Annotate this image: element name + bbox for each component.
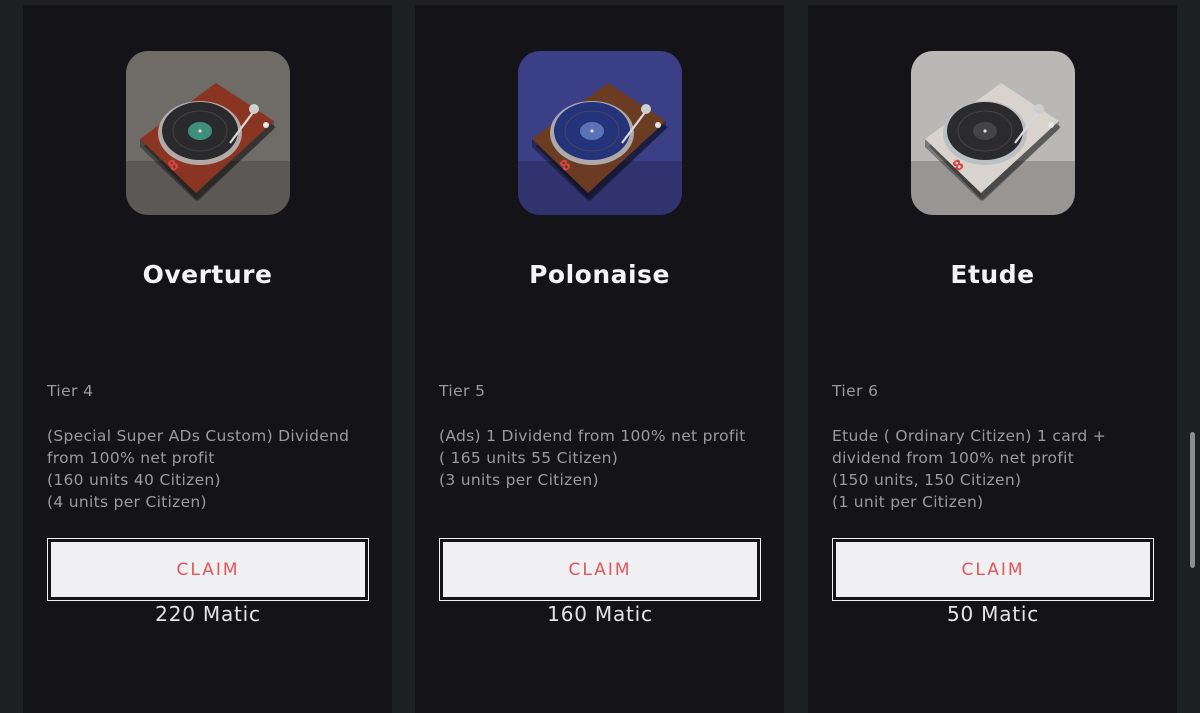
- description-line: Etude ( Ordinary Citizen) 1 card +: [832, 427, 1107, 445]
- tier-label: Tier 4: [47, 382, 94, 400]
- turntable-image: 8: [518, 51, 682, 215]
- tier-label: Tier 5: [439, 382, 486, 400]
- price-label: 50 Matic: [946, 602, 1040, 626]
- description-line: from 100% net profit: [47, 449, 215, 467]
- description-line: (4 units per Citizen): [47, 493, 207, 511]
- claim-button[interactable]: CLAIM: [51, 542, 365, 597]
- turntable-image: 8: [911, 51, 1075, 215]
- tier-card-overture: 8 Overture Tier 4 (Special Super ADs Cus…: [23, 5, 392, 713]
- nft-tier-cards: 8 Overture Tier 4 (Special Super ADs Cus…: [0, 0, 1200, 713]
- turntable-image: 8: [126, 51, 290, 215]
- claim-button[interactable]: CLAIM: [443, 542, 757, 597]
- tier-card-etude: 8 Etude Tier 6 Etude ( Ordinary Citizen)…: [808, 5, 1177, 713]
- description-line: (Special Super ADs Custom) Dividend: [47, 427, 350, 445]
- description-line: (3 units per Citizen): [439, 471, 599, 489]
- card-title: Polonaise: [529, 260, 670, 289]
- claim-button-frame[interactable]: CLAIM: [439, 538, 761, 601]
- description-line: dividend from 100% net profit: [832, 449, 1075, 467]
- card-description: (Special Super ADs Custom) Dividend from…: [47, 425, 377, 513]
- card-title: Overture: [142, 260, 273, 289]
- card-title: Etude: [950, 260, 1035, 289]
- description-line: (150 units, 150 Citizen): [832, 471, 1022, 489]
- tier-label: Tier 6: [832, 382, 879, 400]
- price-label: 220 Matic: [155, 602, 261, 626]
- claim-button-frame[interactable]: CLAIM: [47, 538, 369, 601]
- card-description: (Ads) 1 Dividend from 100% net profit ( …: [439, 425, 769, 491]
- description-line: (Ads) 1 Dividend from 100% net profit: [439, 427, 746, 445]
- scrollbar-thumb[interactable]: [1190, 432, 1195, 568]
- claim-button-frame[interactable]: CLAIM: [832, 538, 1154, 601]
- description-line: (160 units 40 Citizen): [47, 471, 221, 489]
- description-line: ( 165 units 55 Citizen): [439, 449, 619, 467]
- claim-button[interactable]: CLAIM: [836, 542, 1150, 597]
- card-description: Etude ( Ordinary Citizen) 1 card + divid…: [832, 425, 1162, 513]
- price-label: 160 Matic: [547, 602, 653, 626]
- description-line: (1 unit per Citizen): [832, 493, 984, 511]
- scrollbar[interactable]: [1186, 0, 1200, 713]
- tier-card-polonaise: 8 Polonaise Tier 5 (Ads) 1 Dividend from…: [415, 5, 784, 713]
